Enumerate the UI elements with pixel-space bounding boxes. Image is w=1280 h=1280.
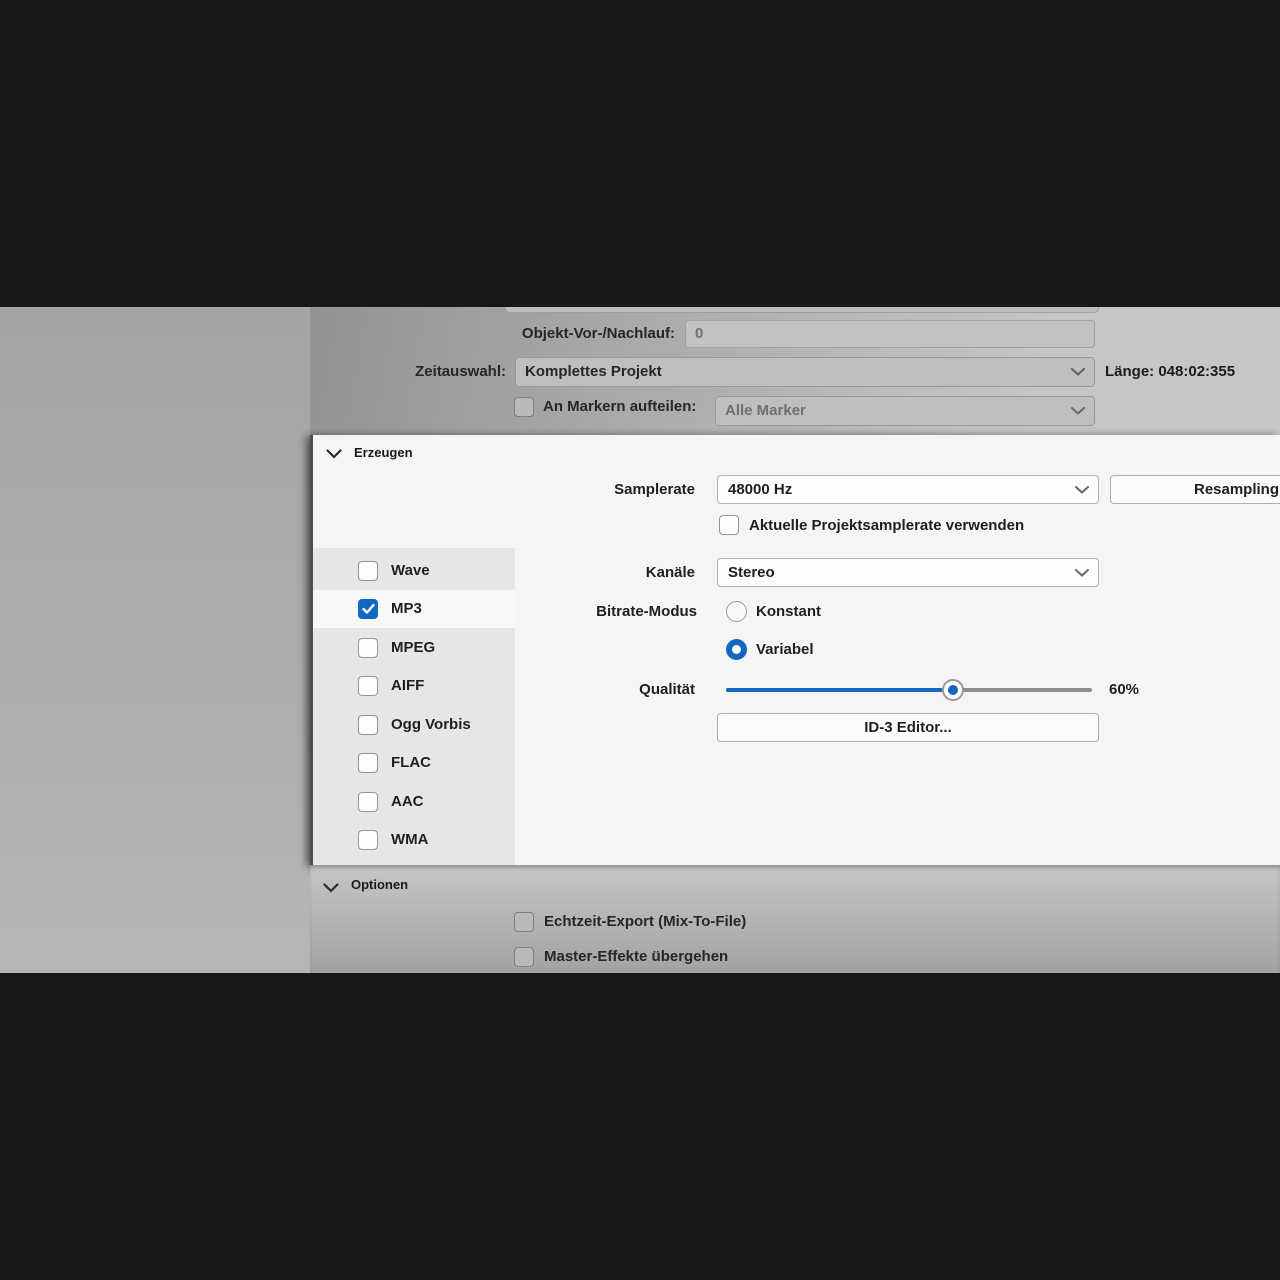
clipped-field-above xyxy=(505,307,1099,313)
format-checkbox[interactable] xyxy=(358,638,378,658)
quality-percent-readout: 60% xyxy=(1109,675,1139,704)
bitrate-variabel-radio[interactable] xyxy=(726,639,747,660)
format-row-aac[interactable]: AAC xyxy=(313,783,515,821)
skip-master-fx-checkbox[interactable] xyxy=(514,947,534,967)
format-label: MP3 xyxy=(391,590,422,628)
quality-label: Qualität xyxy=(463,675,695,704)
channels-dropdown[interactable]: Stereo xyxy=(717,558,1099,587)
format-label: AAC xyxy=(391,783,424,821)
format-label: FLAC xyxy=(391,744,431,782)
format-checkbox[interactable] xyxy=(358,561,378,581)
split-markers-checkbox[interactable] xyxy=(514,397,534,417)
length-readout: Länge: 048:02:355 xyxy=(1105,357,1235,387)
format-label: AIFF xyxy=(391,667,424,705)
chevron-down-icon xyxy=(1071,407,1085,415)
realtime-export-checkbox[interactable] xyxy=(514,912,534,932)
samplerate-dropdown[interactable]: 48000 Hz xyxy=(717,475,1099,504)
format-checkbox[interactable] xyxy=(358,715,378,735)
format-checkbox[interactable] xyxy=(358,830,378,850)
object-lead-label: Objekt-Vor-/Nachlauf: xyxy=(405,321,675,347)
split-markers-value: Alle Marker xyxy=(725,402,806,419)
chevron-down-icon xyxy=(1071,368,1085,376)
chevron-down-icon xyxy=(1075,569,1089,577)
format-label: Ogg Vorbis xyxy=(391,706,471,744)
format-label: Wave xyxy=(391,552,430,590)
channels-label: Kanäle xyxy=(463,558,695,587)
time-selection-label: Zeitauswahl: xyxy=(310,359,506,385)
samplerate-label: Samplerate xyxy=(463,475,695,504)
optionen-header: Optionen xyxy=(351,869,408,901)
erzeugen-header: Erzeugen xyxy=(354,435,413,470)
time-selection-value: Komplettes Projekt xyxy=(525,363,662,380)
format-row-flac[interactable]: FLAC xyxy=(313,744,515,782)
use-project-samplerate-checkbox[interactable] xyxy=(719,515,739,535)
channels-value: Stereo xyxy=(728,564,775,581)
object-lead-input[interactable]: 0 xyxy=(685,320,1095,348)
quality-slider[interactable] xyxy=(726,675,1092,704)
format-label: WMA xyxy=(391,821,429,859)
optionen-section: Optionen Echtzeit-Export (Mix-To-File) M… xyxy=(310,865,1280,973)
format-list: Wave MP3 MPEG AIFF Ogg Vorbis xyxy=(313,548,515,865)
format-checkbox[interactable] xyxy=(358,792,378,812)
letterbox-top xyxy=(0,0,1280,307)
erzeugen-panel: Erzeugen Samplerate 48000 Hz Resampling … xyxy=(310,435,1280,865)
bitrate-variabel-label: Variabel xyxy=(756,639,814,660)
time-selection-dropdown[interactable]: Komplettes Projekt xyxy=(515,357,1095,387)
quality-slider-fill xyxy=(726,688,953,692)
optionen-collapse-toggle[interactable] xyxy=(323,880,339,897)
chevron-down-icon xyxy=(323,883,339,893)
bitrate-konstant-label: Konstant xyxy=(756,601,821,622)
realtime-export-label: Echtzeit-Export (Mix-To-File) xyxy=(544,911,746,932)
split-markers-dropdown[interactable]: Alle Marker xyxy=(715,396,1095,426)
format-checkbox[interactable] xyxy=(358,753,378,773)
checkmark-icon xyxy=(360,600,377,617)
use-project-samplerate-label: Aktuelle Projektsamplerate verwenden xyxy=(749,515,1024,536)
skip-master-fx-label: Master-Effekte übergehen xyxy=(544,946,728,967)
chevron-down-icon xyxy=(1075,486,1089,494)
bitrate-konstant-radio[interactable] xyxy=(726,601,747,622)
dimmed-desktop-left xyxy=(0,307,310,973)
chevron-down-icon xyxy=(326,449,342,459)
samplerate-value: 48000 Hz xyxy=(728,481,792,498)
quality-slider-thumb[interactable] xyxy=(942,679,964,701)
id3-editor-button[interactable]: ID-3 Editor... xyxy=(717,713,1099,742)
screenshot-root: Objekt-Vor-/Nachlauf: 0 Zeitauswahl: Kom… xyxy=(0,0,1280,1280)
erzeugen-collapse-toggle[interactable] xyxy=(326,446,342,463)
format-row-ogg-vorbis[interactable]: Ogg Vorbis xyxy=(313,706,515,744)
resampling-quality-button[interactable]: Resampling Qualität xyxy=(1110,475,1280,504)
format-row-wma[interactable]: WMA xyxy=(313,821,515,859)
split-markers-label: An Markern aufteilen: xyxy=(543,396,696,417)
export-dialog-top-section: Objekt-Vor-/Nachlauf: 0 Zeitauswahl: Kom… xyxy=(310,307,1280,435)
format-checkbox[interactable] xyxy=(358,676,378,696)
bitrate-mode-label: Bitrate-Modus xyxy=(463,601,697,622)
letterbox-bottom xyxy=(0,973,1280,1280)
format-label: MPEG xyxy=(391,629,435,667)
format-row-mpeg[interactable]: MPEG xyxy=(313,629,515,667)
format-checkbox-checked[interactable] xyxy=(358,599,378,619)
